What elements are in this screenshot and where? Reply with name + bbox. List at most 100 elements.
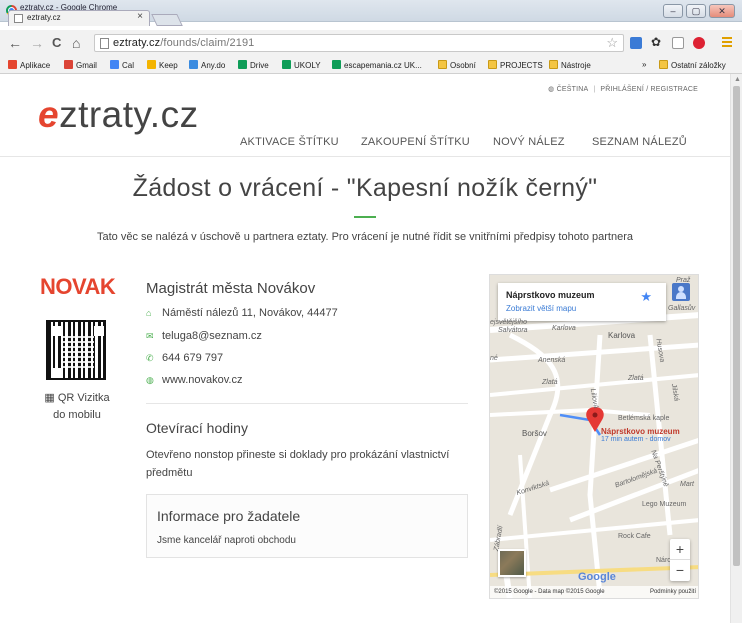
applicant-info-text: Jsme kancelář naproti obchodu xyxy=(157,535,296,546)
folder-icon xyxy=(549,60,558,69)
bookmark-escapemania[interactable]: escapemania.cz UK... xyxy=(332,60,422,70)
map-label: Salvátora xyxy=(498,327,528,334)
google-logo: Google xyxy=(578,571,616,583)
map-label: né xyxy=(490,355,498,362)
section-divider xyxy=(146,403,468,404)
location-map[interactable]: Náprstkovo muzeum Zobrazit větší mapu ★ … xyxy=(489,274,699,599)
tab-title: eztraty.cz xyxy=(27,13,61,22)
partner-phone: ✆ 644 679 797 xyxy=(146,352,224,364)
globe-icon: ◍ xyxy=(548,86,555,93)
folder-icon xyxy=(488,60,497,69)
page-subtitle: Tato věc se nalézá v úschově u partnera … xyxy=(96,231,634,243)
home-icon[interactable]: ⌂ xyxy=(72,36,80,50)
extension-page-icon[interactable] xyxy=(672,37,684,49)
bookmark-ukoly[interactable]: UKOLY xyxy=(282,60,321,70)
bookmarks-overflow-button[interactable]: » xyxy=(642,60,646,69)
street-view-pegman-icon[interactable] xyxy=(672,283,690,301)
browser-tab[interactable]: eztraty.cz × xyxy=(8,10,150,26)
map-label: Boršov xyxy=(522,429,547,438)
map-terms-link[interactable]: Podmínky použití xyxy=(650,586,696,598)
larger-map-link[interactable]: Zobrazit větší mapu xyxy=(506,304,576,313)
page-title: Žádost o vrácení - "Kapesní nožík černý" xyxy=(132,174,598,202)
bookmark-folder-projects[interactable]: PROJECTS xyxy=(488,60,543,70)
keep-icon xyxy=(147,60,156,69)
bookmark-drive[interactable]: Drive xyxy=(238,60,269,70)
forward-arrow-icon[interactable]: → xyxy=(30,36,44,50)
qr-label[interactable]: ▦ QR Vizitka do mobilu xyxy=(22,390,132,424)
page-icon xyxy=(100,38,109,49)
bookmark-folder-nastroje[interactable]: Nástroje xyxy=(549,60,591,70)
nav-novy-nalez[interactable]: NOVÝ NÁLEZ xyxy=(493,136,565,148)
map-label: Náro xyxy=(656,557,672,564)
map-label: Anenská xyxy=(538,357,566,364)
globe-icon: ◍ xyxy=(146,375,154,385)
tab-close-icon[interactable]: × xyxy=(137,11,143,22)
bookmarks-bar: Aplikace Gmail Cal Keep Any.do Drive UKO… xyxy=(0,56,742,74)
browser-toolbar: ← → C ⌂ eztraty.cz/founds/claim/2191 ☆ ✿ xyxy=(0,30,742,56)
map-label: Karlova xyxy=(608,331,636,340)
bookmark-aplikace[interactable]: Aplikace xyxy=(8,60,50,70)
back-arrow-icon[interactable]: ← xyxy=(8,36,22,50)
new-tab-button[interactable] xyxy=(151,14,183,26)
partner-web[interactable]: ◍ www.novakov.cz xyxy=(146,374,243,386)
header-links: ◍ ČEŠTINA | PŘIHLÁŠENÍ / REGISTRACE xyxy=(548,86,698,93)
bookmark-keep[interactable]: Keep xyxy=(147,60,178,70)
scrollbar-thumb[interactable] xyxy=(733,86,740,566)
map-zoom-control: + − xyxy=(670,539,690,581)
close-window-button[interactable]: ✕ xyxy=(709,4,735,18)
maximize-button[interactable]: ▢ xyxy=(686,4,706,18)
title-accent-line xyxy=(354,216,376,218)
header-divider xyxy=(0,156,730,157)
scroll-up-arrow-icon[interactable]: ▲ xyxy=(734,76,741,83)
map-label: Praž xyxy=(676,277,691,284)
partner-name: Magistrát města Novákov xyxy=(146,280,316,297)
map-attribution: ©2015 Google - Data map ©2015 Google Pod… xyxy=(490,586,698,598)
nav-aktivace-stitku[interactable]: AKTIVACE ŠTÍTKU xyxy=(240,136,339,148)
map-marker-travel-time: 17 min autem - domov xyxy=(601,436,671,443)
bookmark-star-icon[interactable]: ☆ xyxy=(606,35,618,51)
bookmark-folder-other[interactable]: Ostatní záložky xyxy=(659,60,726,70)
minimize-button[interactable]: – xyxy=(663,4,683,18)
home-icon: ⌂ xyxy=(146,308,152,318)
reload-icon[interactable]: C xyxy=(52,36,61,50)
opera-extension-icon[interactable] xyxy=(693,37,705,49)
zoom-out-button[interactable]: − xyxy=(670,560,690,581)
zoom-in-button[interactable]: + xyxy=(670,539,690,560)
qr-code[interactable] xyxy=(46,320,106,380)
anydo-icon xyxy=(189,60,198,69)
bookmark-anydo[interactable]: Any.do xyxy=(189,60,225,70)
settings-gear-icon[interactable]: ✿ xyxy=(651,36,663,48)
map-label: Lego Muzeum xyxy=(642,501,687,508)
map-label: Zlatá xyxy=(542,379,558,386)
apps-icon xyxy=(8,60,17,69)
site-logo[interactable]: eztraty.cz xyxy=(38,94,199,136)
map-place-name: Náprstkovo muzeum xyxy=(506,290,595,300)
partner-email[interactable]: ✉ teluga8@seznam.cz xyxy=(146,330,262,342)
folder-icon xyxy=(659,60,668,69)
bookmark-cal[interactable]: Cal xyxy=(110,60,134,70)
map-label: Betlémská kaple xyxy=(618,415,670,422)
nav-zakoupeni-stitku[interactable]: ZAKOUPENÍ ŠTÍTKU xyxy=(361,136,470,148)
map-label: ejsvětějšího xyxy=(490,319,527,326)
bookmark-folder-osobni[interactable]: Osobní xyxy=(438,60,476,70)
map-label: Gallasův xyxy=(668,305,696,312)
nav-seznam-nalezu[interactable]: SEZNAM NÁLEZŮ xyxy=(592,136,687,148)
login-link[interactable]: PŘIHLÁŠENÍ / REGISTRACE xyxy=(600,86,698,93)
satellite-toggle-button[interactable] xyxy=(498,549,526,577)
page-scrollbar[interactable]: ▲ xyxy=(730,74,742,623)
extension-check-icon[interactable] xyxy=(630,37,642,49)
map-label: Karlova xyxy=(552,325,576,332)
map-marker-label: Náprstkovo muzeum xyxy=(601,427,680,436)
address-bar[interactable]: eztraty.cz/founds/claim/2191 ☆ xyxy=(94,34,624,52)
language-link[interactable]: ČEŠTINA xyxy=(557,86,589,93)
phone-icon: ✆ xyxy=(146,353,154,363)
url-text: eztraty.cz/founds/claim/2191 xyxy=(113,37,255,49)
opening-hours-text: Otevřeno nonstop přineste si doklady pro… xyxy=(146,449,450,479)
calendar-icon xyxy=(110,60,119,69)
save-place-star-icon[interactable]: ★ xyxy=(640,289,652,305)
bookmark-gmail[interactable]: Gmail xyxy=(64,60,97,70)
chrome-menu-icon[interactable] xyxy=(722,37,732,49)
map-label: Zlatá xyxy=(628,375,644,382)
drive-icon xyxy=(238,60,247,69)
sheets-icon xyxy=(282,60,291,69)
